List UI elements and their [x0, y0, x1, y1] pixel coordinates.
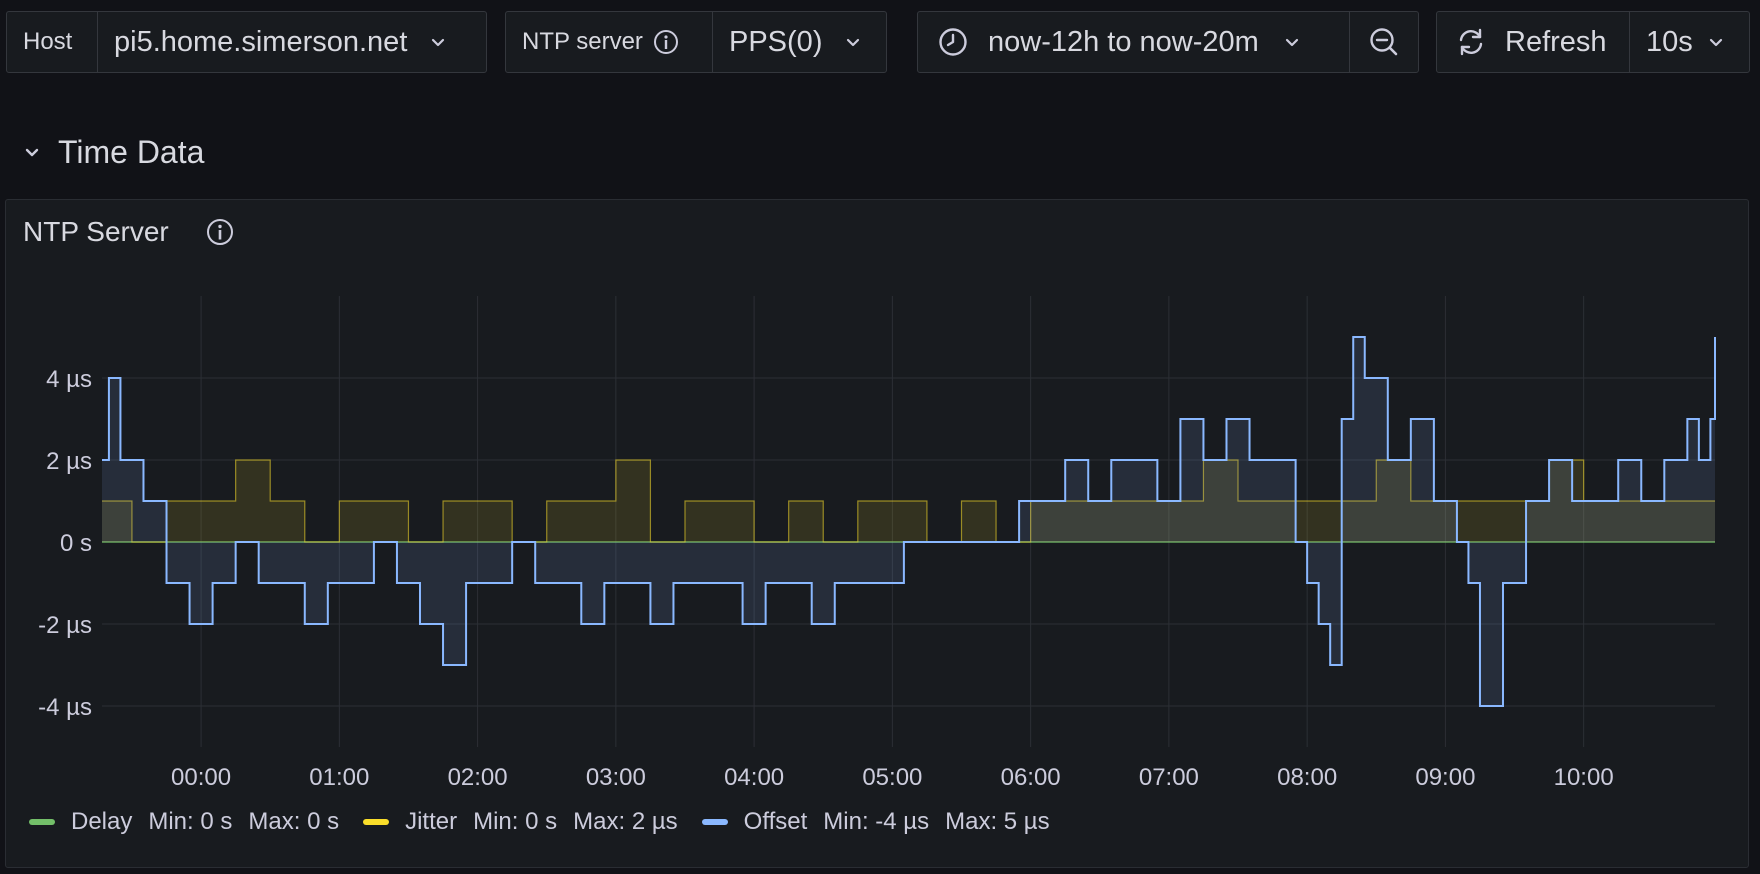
legend-swatch — [363, 819, 390, 825]
row-header[interactable]: Time Data — [0, 120, 1760, 184]
chart-legend: Delay Min: 0 s Max: 0 s Jitter Min: 0 s … — [29, 806, 1074, 838]
info-icon[interactable] — [653, 29, 679, 55]
zoom-out-button[interactable] — [1349, 12, 1418, 72]
zoom-out-icon — [1368, 26, 1400, 58]
panel-title: NTP Server — [23, 216, 169, 247]
time-range-value: now-12h to now-20m — [988, 25, 1259, 58]
legend-item-offset[interactable]: Offset Min: -4 µs Max: 5 µs — [701, 808, 1050, 836]
refresh-icon — [1455, 26, 1487, 58]
refresh-interval-select[interactable]: 10s — [1629, 12, 1749, 72]
ntp-server-panel: NTP Server — [5, 199, 1749, 868]
legend-swatch — [701, 819, 728, 825]
chevron-down-icon — [844, 33, 862, 51]
ntp-server-label-segment: NTP server — [506, 12, 712, 72]
ntp-server-select[interactable]: PPS(0) — [712, 12, 886, 72]
legend-swatch — [29, 819, 55, 825]
time-range-picker[interactable]: now-12h to now-20m — [918, 12, 1349, 72]
host-value: pi5.home.simerson.net — [114, 25, 408, 58]
chevron-down-icon — [1283, 33, 1301, 51]
host-select[interactable]: pi5.home.simerson.net — [97, 12, 486, 72]
ntp-server-variable: NTP server PPS(0) — [505, 11, 887, 73]
legend-min: Min: -4 µs — [823, 808, 930, 835]
legend-item-delay[interactable]: Delay Min: 0 s Max: 0 s — [29, 808, 339, 836]
host-label: Host — [23, 28, 73, 55]
ntp-server-label: NTP server — [522, 28, 643, 55]
legend-name: Offset — [743, 808, 808, 835]
refresh-button[interactable]: Refresh — [1437, 12, 1629, 72]
ntp-server-value: PPS(0) — [729, 25, 823, 58]
chevron-down-icon[interactable] — [22, 142, 42, 162]
legend-min: Min: 0 s — [148, 808, 233, 835]
chevron-down-icon — [1707, 33, 1725, 51]
host-variable: Host pi5.home.simerson.net — [6, 11, 487, 73]
legend-min: Min: 0 s — [473, 808, 558, 835]
refresh-label: Refresh — [1505, 25, 1607, 58]
time-range-control: now-12h to now-20m — [917, 11, 1419, 73]
toolbar: Host pi5.home.simerson.net NTP server PP… — [0, 0, 1760, 90]
host-label-segment: Host — [7, 12, 97, 72]
legend-max: Max: 2 µs — [573, 808, 678, 835]
clock-icon — [938, 27, 968, 57]
legend-name: Jitter — [405, 808, 458, 835]
row-title: Time Data — [58, 133, 205, 170]
legend-item-jitter[interactable]: Jitter Min: 0 s Max: 2 µs — [363, 808, 678, 836]
refresh-interval-value: 10s — [1646, 25, 1693, 58]
info-icon[interactable] — [206, 218, 234, 251]
legend-max: Max: 0 s — [248, 808, 340, 835]
chevron-down-icon — [429, 33, 447, 51]
legend-name: Delay — [71, 808, 133, 835]
refresh-control: Refresh 10s — [1436, 11, 1750, 73]
legend-max: Max: 5 µs — [945, 808, 1050, 835]
